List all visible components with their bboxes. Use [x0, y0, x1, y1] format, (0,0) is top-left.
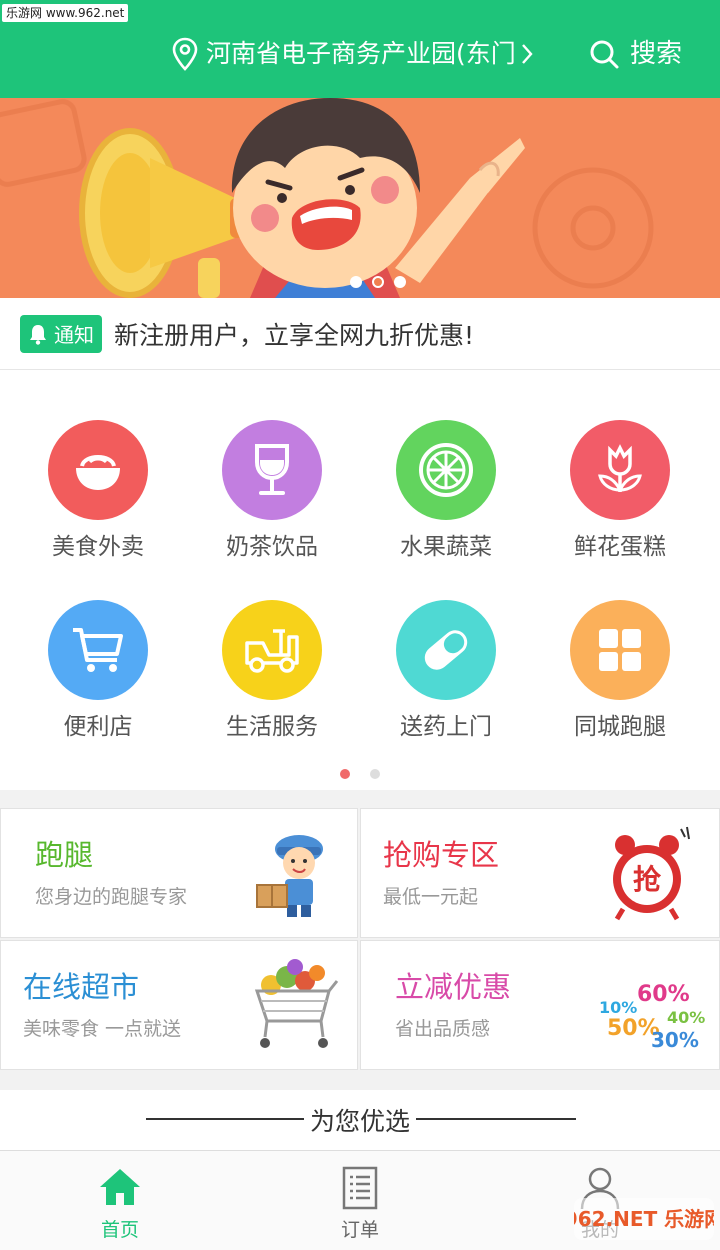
category-label: 便利店	[63, 714, 133, 740]
promo-title: 抢购专区	[383, 838, 500, 872]
notice-text: 新注册用户，立享全网九折优惠!	[114, 320, 475, 350]
category-icon-circle	[48, 600, 148, 700]
category-label: 美食外卖	[52, 534, 144, 560]
category-label: 水果蔬菜	[400, 534, 492, 560]
notice-bar[interactable]: 通知 新注册用户，立享全网九折优惠!	[0, 298, 720, 370]
banner-pagination	[350, 276, 406, 288]
chevron-right-icon	[521, 44, 533, 64]
alarm-clock-icon: 抢	[613, 826, 690, 921]
category-convenience-store[interactable]: 便利店	[11, 600, 185, 742]
discount-tag: 60%	[637, 982, 690, 1007]
category-errand[interactable]: 同城跑腿	[533, 600, 707, 742]
bell-icon	[30, 324, 46, 345]
search-label: 搜索	[630, 39, 683, 69]
category-medicine-delivery[interactable]: 送药上门	[359, 600, 533, 742]
delivery-truck-icon	[245, 629, 299, 673]
tab-home[interactable]: 首页	[0, 1151, 240, 1250]
category-grid: 美食外卖 奶茶饮品 水果蔬菜 鲜花蛋糕 便利店 生活服务 送药上门 同城跑腿	[0, 370, 720, 790]
promo-card-supermarket[interactable]: 在线超市 美味零食 一点就送	[0, 940, 358, 1070]
wine-glass-icon	[255, 444, 289, 495]
watermark-logo-text: 962.NET 乐游网	[574, 1207, 714, 1231]
rose-icon	[598, 444, 642, 492]
category-page-dot-active[interactable]	[340, 769, 350, 779]
banner-dot-active[interactable]	[372, 276, 384, 288]
banner-dot[interactable]	[350, 276, 362, 288]
order-list-icon	[342, 1166, 378, 1210]
pill-icon	[424, 630, 468, 670]
search-button[interactable]: 搜索	[588, 34, 682, 74]
grid-icon	[599, 629, 641, 671]
discount-tag: 30%	[651, 1028, 699, 1052]
category-label: 生活服务	[226, 714, 318, 740]
category-label: 奶茶饮品	[226, 534, 318, 560]
megaphone-icon	[79, 128, 252, 298]
tab-orders[interactable]: 订单	[240, 1151, 480, 1250]
promo-subtitle: 美味零食 一点就送	[23, 1018, 182, 1040]
category-icon-circle	[396, 420, 496, 520]
cartoon-boy-icon	[231, 98, 525, 298]
promo-card-discount[interactable]: 立减优惠 省出品质感 60% 10% 50% 40% 30%	[360, 940, 720, 1070]
lime-slice-icon	[419, 443, 473, 497]
category-icon-circle	[222, 420, 322, 520]
promo-title: 立减优惠	[395, 970, 512, 1004]
location-text: 河南省电子商务产业园(东门	[206, 39, 516, 68]
section-title: 为您优选	[309, 1107, 410, 1136]
alarm-clock-label: 抢	[633, 863, 662, 896]
promo-subtitle: 省出品质感	[395, 1018, 491, 1040]
category-fruit-veg[interactable]: 水果蔬菜	[359, 420, 533, 562]
divider-line	[416, 1118, 576, 1120]
promo-cards: 跑腿 您身边的跑腿专家 抢购专区 最低一元起 抢 在线超市 美味零食 一点就送 …	[0, 808, 720, 1070]
category-pagination	[340, 769, 380, 779]
home-icon	[100, 1169, 140, 1205]
category-icon-circle	[570, 420, 670, 520]
promo-title: 跑腿	[35, 838, 94, 872]
promo-banner[interactable]	[0, 98, 720, 298]
promo-subtitle: 最低一元起	[383, 886, 479, 908]
banner-dot[interactable]	[394, 276, 406, 288]
category-icon-circle	[222, 600, 322, 700]
discount-tag: 40%	[667, 1008, 705, 1027]
discount-tags-icon: 60% 10% 50% 40% 30%	[599, 982, 705, 1052]
notice-badge-label: 通知	[54, 323, 94, 347]
recommend-section-header: 为您优选	[0, 1090, 720, 1150]
bowl-icon	[76, 455, 120, 490]
category-label: 鲜花蛋糕	[574, 534, 666, 560]
category-icon-circle	[48, 420, 148, 520]
shopping-cart-icon	[73, 628, 123, 672]
location-pin-icon	[172, 37, 198, 71]
category-label: 送药上门	[400, 714, 492, 740]
category-flower-cake[interactable]: 鲜花蛋糕	[533, 420, 707, 562]
category-food-delivery[interactable]: 美食外卖	[11, 420, 185, 562]
tab-label: 订单	[340, 1219, 379, 1241]
notice-badge: 通知	[20, 314, 102, 353]
grocery-cart-icon	[254, 959, 339, 1048]
banner-illustration	[0, 98, 654, 298]
top-header: 乐游网 www.962.net 河南省电子商务产业园(东门 搜索	[0, 0, 720, 98]
category-life-service[interactable]: 生活服务	[185, 600, 359, 742]
promo-subtitle: 您身边的跑腿专家	[35, 886, 188, 908]
category-icon-circle	[570, 600, 670, 700]
app-screen: 乐游网 www.962.net 河南省电子商务产业园(东门 搜索 通知 新注册用…	[0, 0, 720, 1250]
search-icon	[590, 40, 619, 69]
site-watermark-logo: 962.NET 乐游网	[574, 1198, 714, 1240]
watermark: 乐游网 www.962.net	[2, 4, 129, 22]
tab-label: 首页	[100, 1219, 139, 1241]
category-page-dot[interactable]	[370, 769, 380, 779]
location-selector[interactable]: 河南省电子商务产业园(东门	[172, 34, 534, 74]
promo-card-flash-sale[interactable]: 抢购专区 最低一元起 抢	[360, 808, 720, 938]
category-label: 同城跑腿	[574, 714, 666, 740]
promo-title: 在线超市	[23, 970, 140, 1004]
courier-icon	[256, 835, 323, 917]
promo-card-errand[interactable]: 跑腿 您身边的跑腿专家	[0, 808, 358, 938]
category-milk-tea[interactable]: 奶茶饮品	[185, 420, 359, 562]
discount-tag: 10%	[599, 998, 637, 1017]
category-icon-circle	[396, 600, 496, 700]
